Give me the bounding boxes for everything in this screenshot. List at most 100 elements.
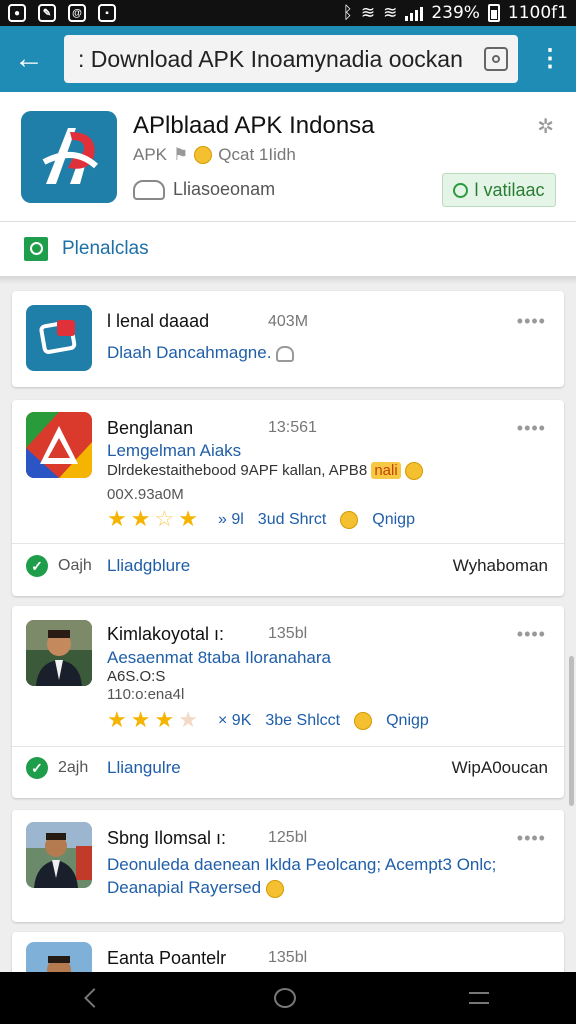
- item-description: Dlrdekestaithebood 9APF kallan, APB8 nal…: [107, 462, 423, 481]
- item-description-text: Dlrdekestaithebood 9APF kallan, APB8: [107, 462, 368, 479]
- developer-name[interactable]: Lliasoeonam: [173, 179, 275, 200]
- footer-link[interactable]: Lliadgblure: [107, 556, 190, 576]
- star-icon: ☆: [154, 506, 175, 531]
- signal-icon: [405, 5, 424, 21]
- nav-back-icon[interactable]: [83, 988, 104, 1008]
- app-bar: ← ⋮: [0, 26, 576, 92]
- downloads-value: 9l: [231, 511, 244, 528]
- more-options-icon[interactable]: ••••: [517, 311, 546, 332]
- item-meta: 110:o:ena4l: [107, 686, 185, 703]
- footer-action[interactable]: Wyhaboman: [453, 556, 548, 576]
- developer-icon: [133, 179, 165, 200]
- app-title: APlblaad APK Indonsa: [133, 112, 375, 139]
- emoji-icon: [265, 879, 284, 898]
- item-subtitle: Deonuleda daenean Iklda Peolcang; Acempt…: [107, 855, 497, 874]
- back-arrow-icon[interactable]: ←: [14, 44, 54, 74]
- at-icon: @: [68, 4, 86, 22]
- item-size: 13:561: [268, 419, 317, 436]
- divider: [12, 746, 564, 747]
- new-badge: nali: [371, 462, 401, 479]
- emoji-icon: [354, 712, 373, 730]
- app-subtitle: APK ⚑ Qcat 1Iidh: [133, 145, 296, 165]
- star-icon: ★: [107, 506, 127, 531]
- downloads-value: 9K: [231, 712, 252, 729]
- install-label: l vatilaac: [474, 179, 545, 200]
- navigation-bar: [0, 972, 576, 1024]
- stat-label: 3ud Shrct: [257, 511, 327, 528]
- star-icon: ★: [178, 707, 198, 732]
- app-header: APlblaad APK Indonsa APK ⚑ Qcat 1Iidh Ll…: [0, 92, 576, 222]
- star-icon: ★: [130, 506, 151, 531]
- avatar: [26, 620, 92, 686]
- check-icon: ✓: [26, 757, 48, 779]
- bluetooth-icon: ᛒ: [342, 3, 353, 23]
- item-subtitle-text: Dlaah Dancahmagne.: [107, 343, 272, 362]
- item-subtitle: Dlaah Dancahmagne.: [107, 343, 295, 363]
- install-icon: [453, 182, 469, 198]
- android-icon: [276, 345, 295, 362]
- messenger-icon: ●: [8, 4, 26, 22]
- nav-recents-icon[interactable]: [469, 992, 490, 1004]
- footer-label: 2ajh: [58, 759, 89, 776]
- emoji-icon: [340, 511, 359, 529]
- section-label: Plenalclas: [62, 238, 149, 259]
- item-name: l lenal daaad: [107, 311, 210, 331]
- downloads-count: × 9K: [218, 712, 252, 729]
- item-subtitle-2-text: Deanapial Rayersed: [107, 878, 262, 897]
- app-subtitle-suffix: Qcat 1Iidh: [218, 145, 296, 164]
- item-name: Benglanan: [107, 418, 194, 438]
- developer-row[interactable]: Lliasoeonam: [133, 179, 275, 200]
- divider: [0, 276, 576, 284]
- clock: 1100f1: [507, 3, 568, 23]
- item-stats: » 9l 3ud Shrct Qnigp: [218, 511, 415, 529]
- battery-icon: [487, 4, 500, 22]
- share-icon[interactable]: ✲: [537, 114, 554, 139]
- item-name: Eanta Poantelr: [107, 948, 227, 968]
- stat-tag: Qnigp: [386, 712, 429, 729]
- item-size: 135bl: [268, 949, 308, 966]
- item-size: 135bl: [268, 625, 308, 642]
- search-box[interactable]: [64, 35, 518, 83]
- list-item[interactable]: Benglanan 13:561 •••• Lemgelman Aiaks Dl…: [12, 400, 564, 596]
- item-name: Sbng Ilomsal ı:: [107, 828, 227, 848]
- list-item[interactable]: Sbng Ilomsal ı: 125bl •••• Deonuleda dae…: [12, 810, 564, 922]
- item-size: 403M: [268, 313, 309, 330]
- more-options-icon[interactable]: ••••: [517, 828, 546, 849]
- downloads-count: » 9l: [218, 511, 244, 528]
- wifi-icon: ≋: [360, 3, 376, 23]
- footer-action[interactable]: WipA0oucan: [452, 758, 548, 778]
- search-bookmark-icon: [24, 237, 48, 261]
- item-description: A6S.O:S: [107, 668, 166, 685]
- emoji-icon: [404, 462, 423, 481]
- app-thumbnail: [26, 305, 92, 371]
- nav-home-icon[interactable]: [273, 988, 296, 1008]
- search-input[interactable]: [78, 45, 484, 73]
- battery-percent: 239%: [431, 3, 480, 23]
- app-subtitle-prefix: APK: [133, 145, 168, 164]
- more-options-icon[interactable]: ••••: [517, 624, 546, 645]
- footer-link[interactable]: Lliangulre: [107, 758, 181, 778]
- list-item[interactable]: l lenal daaad 403M •••• Dlaah Dancahmagn…: [12, 291, 564, 387]
- more-options-icon[interactable]: ••••: [517, 418, 546, 439]
- image-icon: ▪: [98, 4, 116, 22]
- star-rating: ★ ★ ★ ★: [107, 709, 198, 731]
- item-stats: × 9K 3be Shlcct Qnigp: [218, 712, 429, 730]
- scrollbar[interactable]: [569, 656, 574, 806]
- list-item[interactable]: Kimlakoyotal ı: 135bl •••• Aesaenmat 8ta…: [12, 606, 564, 798]
- wifi-icon: ≋: [383, 3, 398, 23]
- star-icon: ★: [178, 506, 198, 531]
- star-icon: ★: [107, 707, 127, 732]
- stat-label: 3be Shlcct: [265, 712, 341, 729]
- install-button[interactable]: l vatilaac: [442, 173, 556, 207]
- check-icon: ✓: [26, 555, 48, 577]
- avatar: [26, 822, 92, 888]
- item-subtitle: Lemgelman Aiaks: [107, 441, 242, 460]
- item-subtitle-2: Deanapial Rayersed: [107, 878, 284, 898]
- app-thumbnail: [26, 412, 92, 478]
- divider: [12, 543, 564, 544]
- item-name: Kimlakoyotal ı:: [107, 624, 225, 644]
- page-info-icon[interactable]: [484, 47, 508, 71]
- flag-icon: ⚑: [173, 145, 189, 164]
- section-header[interactable]: Plenalclas: [0, 222, 576, 276]
- overflow-menu-icon[interactable]: ⋮: [538, 47, 562, 71]
